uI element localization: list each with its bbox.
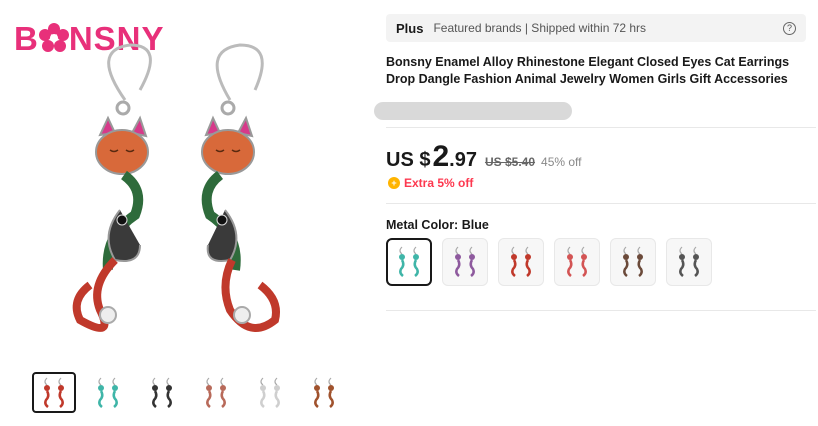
color-swatch[interactable] — [498, 238, 544, 286]
price-row: US $ 2 .97 US $5.40 45% off — [386, 140, 582, 174]
help-icon[interactable]: ? — [783, 21, 796, 35]
rating-placeholder — [374, 102, 572, 120]
color-swatch[interactable] — [666, 238, 712, 286]
earring-thumbnail-icon — [314, 377, 334, 408]
product-info: Plus Featured brands | Shipped within 72… — [374, 14, 818, 120]
earring-thumbnail-icon — [399, 246, 419, 277]
original-price: US $5.40 — [484, 155, 536, 169]
left-earring-hook — [107, 43, 152, 101]
color-swatch[interactable] — [554, 238, 600, 286]
gallery-thumbnail[interactable] — [140, 372, 184, 413]
earring-thumbnail-icon — [567, 246, 587, 277]
variant-swatches — [386, 238, 712, 286]
color-swatch[interactable] — [386, 238, 432, 286]
earring-thumbnail-icon — [623, 246, 643, 277]
color-swatch[interactable] — [442, 238, 488, 286]
gallery-thumbnail[interactable] — [248, 372, 292, 413]
divider — [386, 310, 816, 311]
plus-label: Plus — [396, 20, 424, 36]
extra-discount: + Extra 5% off — [388, 176, 473, 190]
earring-thumbnail-icon — [679, 246, 699, 277]
divider — [386, 203, 816, 204]
variant-label-title: Metal Color: — [386, 218, 459, 232]
product-gallery: B NSNY — [0, 0, 346, 426]
earring-thumbnail-icon — [44, 377, 64, 408]
price-currency: US $ — [386, 149, 431, 171]
product-title: Bonsny Enamel Alloy Rhinestone Elegant C… — [386, 55, 790, 86]
extra-discount-text: Extra 5% off — [404, 176, 474, 190]
plus-bar[interactable]: Plus Featured brands | Shipped within 72… — [386, 14, 806, 42]
earring-thumbnail-icon — [260, 377, 280, 408]
variant-label: Metal Color: Blue — [386, 218, 489, 232]
plus-bar-text: Featured brands | Shipped within 72 hrs — [433, 21, 647, 35]
right-cat-earring — [201, 115, 280, 332]
price-decimal: .97 — [449, 149, 477, 171]
gallery-thumbnail[interactable] — [32, 372, 76, 413]
color-swatch[interactable] — [610, 238, 656, 286]
gallery-thumbnail[interactable] — [302, 372, 346, 413]
variant-selected-value: Blue — [461, 218, 489, 232]
divider — [386, 127, 816, 128]
right-earring-hook — [215, 43, 264, 101]
left-cat-earring — [72, 115, 149, 332]
thumbnail-strip — [32, 372, 346, 413]
earring-thumbnail-icon — [152, 377, 172, 408]
price-integer: 2 — [432, 140, 450, 173]
brand-logo-letter: B — [14, 20, 39, 57]
gallery-thumbnail[interactable] — [194, 372, 238, 413]
discount-percent: 45% off — [541, 155, 582, 169]
earring-thumbnail-icon — [98, 377, 118, 408]
coin-icon: + — [388, 177, 400, 189]
main-product-image[interactable] — [60, 20, 300, 350]
earring-thumbnail-icon — [511, 246, 531, 277]
earring-thumbnail-icon — [206, 377, 226, 408]
gallery-thumbnail[interactable] — [86, 372, 130, 413]
earring-thumbnail-icon — [455, 246, 475, 277]
